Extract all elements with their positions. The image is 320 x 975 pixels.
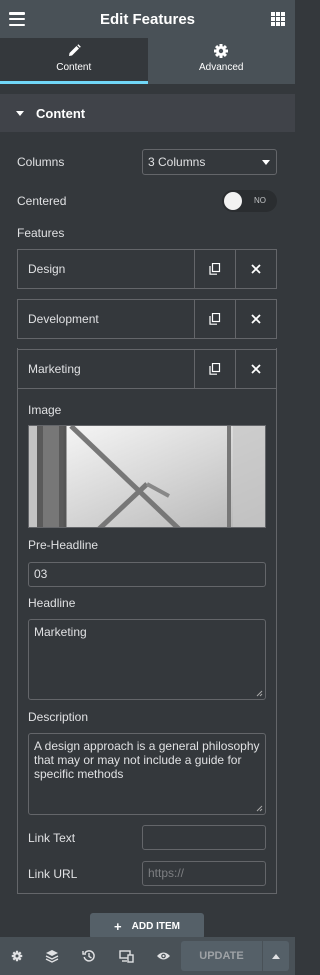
centered-toggle[interactable]: NO	[222, 190, 277, 212]
hamburger-menu-icon[interactable]	[9, 12, 25, 26]
chevron-down-icon	[262, 160, 270, 165]
add-item-label: ADD ITEM	[131, 920, 180, 932]
resize-handle-icon[interactable]	[256, 690, 263, 697]
remove-button[interactable]	[235, 300, 276, 338]
features-label: Features	[17, 226, 65, 240]
panel-header: Edit Features	[0, 0, 295, 38]
tab-content-label: Content	[56, 62, 92, 73]
image-preview	[29, 426, 265, 527]
link-text-input[interactable]	[142, 825, 266, 850]
widgets-grid-icon[interactable]	[271, 12, 285, 26]
columns-select-value: 3 Columns	[148, 155, 206, 169]
content-section-toggle[interactable]: Content	[0, 94, 295, 132]
panel-footer: UPDATE	[0, 937, 295, 975]
toggle-state-text: NO	[254, 196, 266, 205]
add-item-button[interactable]: + ADD ITEM	[90, 913, 204, 939]
description-textarea[interactable]: A design approach is a general philosoph…	[28, 733, 266, 815]
headline-label: Headline	[28, 596, 76, 610]
toggle-knob	[224, 192, 242, 210]
remove-button[interactable]	[235, 250, 276, 288]
headline-textarea[interactable]: Marketing	[28, 619, 266, 700]
repeater-item-title[interactable]: Design	[18, 250, 194, 288]
link-url-label: Link URL	[28, 867, 78, 881]
tab-advanced[interactable]: Advanced	[148, 38, 296, 84]
settings-gear-icon[interactable]	[9, 948, 25, 964]
link-text-label: Link Text	[28, 831, 76, 845]
layers-icon[interactable]	[44, 948, 60, 964]
save-options-button[interactable]	[263, 941, 289, 971]
pre-headline-input[interactable]: 03	[28, 562, 266, 587]
responsive-mode-icon[interactable]	[118, 948, 134, 964]
columns-label: Columns	[17, 155, 65, 169]
copy-icon	[209, 313, 221, 325]
pencil-icon	[68, 44, 81, 56]
description-label: Description	[28, 710, 89, 724]
headline-text: Marketing	[34, 625, 87, 639]
description-text: A design approach is a general philosoph…	[34, 739, 260, 781]
image-picker[interactable]	[28, 425, 266, 528]
panel-title: Edit Features	[99, 10, 196, 28]
tab-advanced-label: Advanced	[199, 62, 244, 73]
eye-preview-icon[interactable]	[155, 948, 171, 964]
close-icon	[251, 314, 261, 324]
duplicate-button[interactable]	[194, 250, 235, 288]
repeater-item-title[interactable]: Development	[18, 300, 194, 338]
history-icon[interactable]	[81, 948, 97, 964]
update-button[interactable]: UPDATE	[181, 941, 262, 971]
tab-bar: Content Advanced	[0, 38, 295, 84]
tab-content[interactable]: Content	[0, 38, 148, 84]
resize-handle-icon[interactable]	[256, 805, 263, 812]
link-url-input[interactable]: https://	[142, 861, 266, 886]
caret-down-icon	[16, 110, 24, 116]
plus-icon: +	[114, 918, 122, 934]
image-label: Image	[28, 403, 62, 417]
pre-headline-label: Pre-Headline	[28, 538, 99, 552]
caret-up-icon	[272, 953, 280, 959]
copy-icon	[209, 263, 221, 275]
centered-label: Centered	[17, 194, 67, 208]
section-title: Content	[36, 105, 86, 121]
gear-icon	[214, 44, 229, 58]
duplicate-button[interactable]	[194, 300, 235, 338]
close-icon	[251, 264, 261, 274]
columns-select[interactable]: 3 Columns	[142, 149, 277, 175]
repeater-item: Development	[17, 299, 277, 339]
repeater-item: Design	[17, 249, 277, 289]
